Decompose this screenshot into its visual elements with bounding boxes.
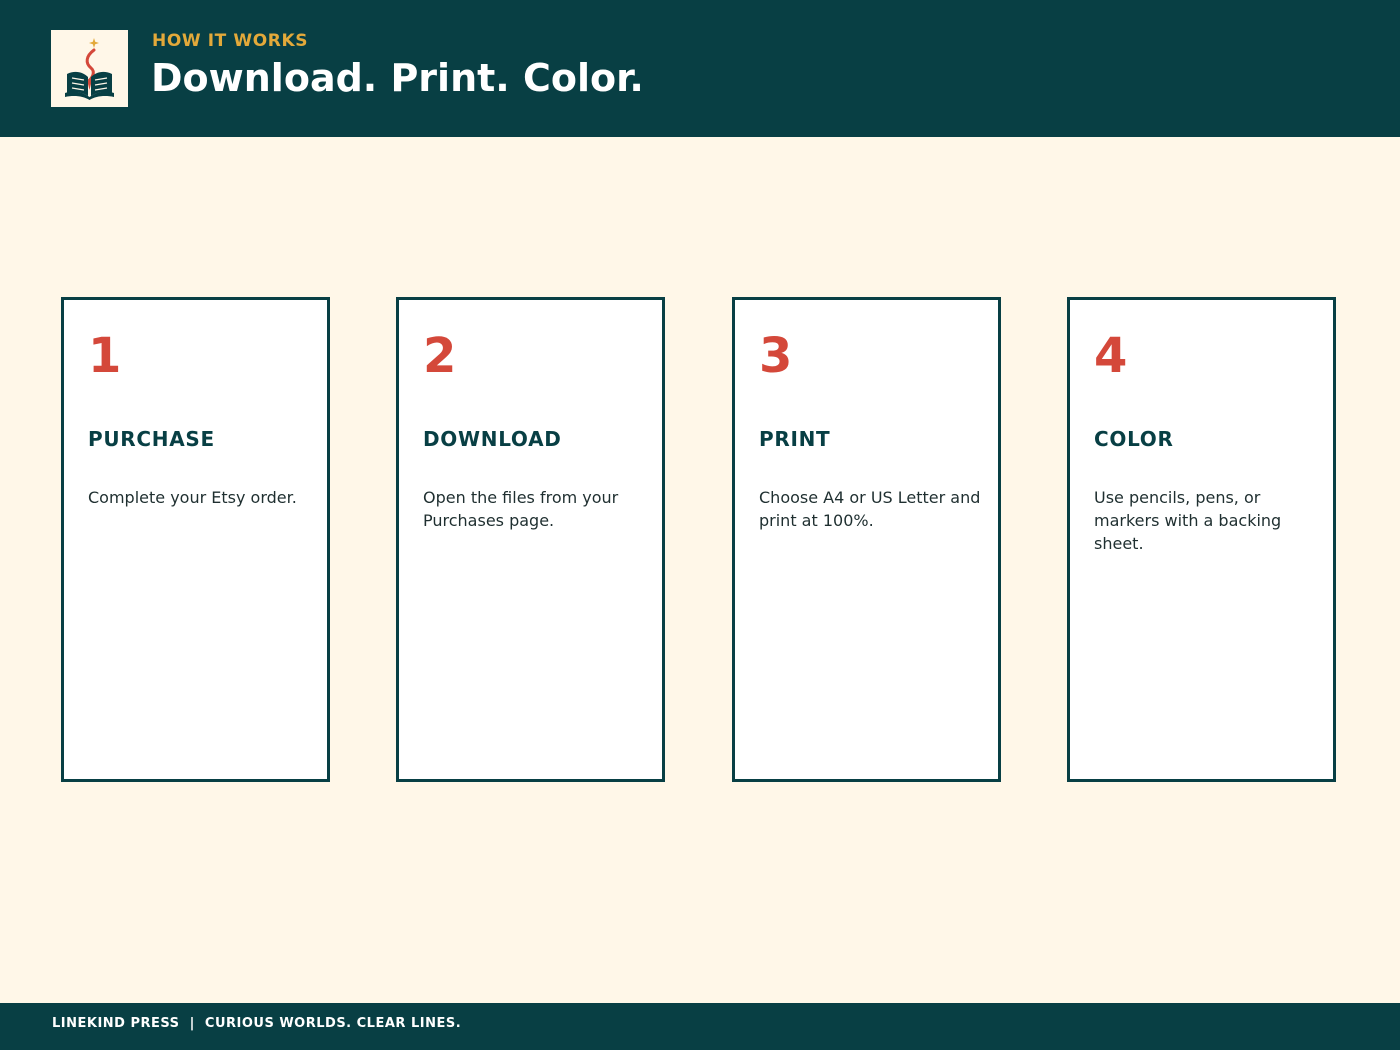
section-eyebrow: HOW IT WORKS: [152, 31, 309, 51]
footer-bar: LINEKIND PRESS | CURIOUS WORLDS. CLEAR L…: [0, 1003, 1400, 1050]
step-number: 1: [88, 328, 122, 384]
step-title: PRINT: [759, 427, 831, 451]
step-number: 2: [423, 328, 457, 384]
step-title: COLOR: [1094, 427, 1174, 451]
step-description: Open the files from your Purchases page.: [423, 488, 619, 530]
page-title: Download. Print. Color.: [151, 56, 644, 100]
step-number: 4: [1094, 328, 1128, 384]
step-number: 3: [759, 328, 793, 384]
brand-logo: [51, 30, 128, 107]
step-title: PURCHASE: [88, 427, 215, 451]
header-bar: HOW IT WORKS Download. Print. Color.: [0, 0, 1400, 137]
step-card-color: 4 COLOR Use pencils, pens, or markers wi…: [1067, 297, 1336, 782]
step-description: Complete your Etsy order.: [88, 488, 297, 507]
open-book-quill-icon: [65, 38, 114, 100]
step-card-purchase: 1 PURCHASE Complete your Etsy order.: [61, 297, 330, 782]
step-description: Choose A4 or US Letter and print at 100%…: [759, 488, 981, 530]
step-card-print: 3 PRINT Choose A4 or US Letter and print…: [732, 297, 1001, 782]
footer-tagline: LINEKIND PRESS | CURIOUS WORLDS. CLEAR L…: [52, 1016, 462, 1031]
step-title: DOWNLOAD: [423, 427, 562, 451]
step-description: Use pencils, pens, or markers with a bac…: [1094, 488, 1282, 553]
step-card-download: 2 DOWNLOAD Open the files from your Purc…: [396, 297, 665, 782]
